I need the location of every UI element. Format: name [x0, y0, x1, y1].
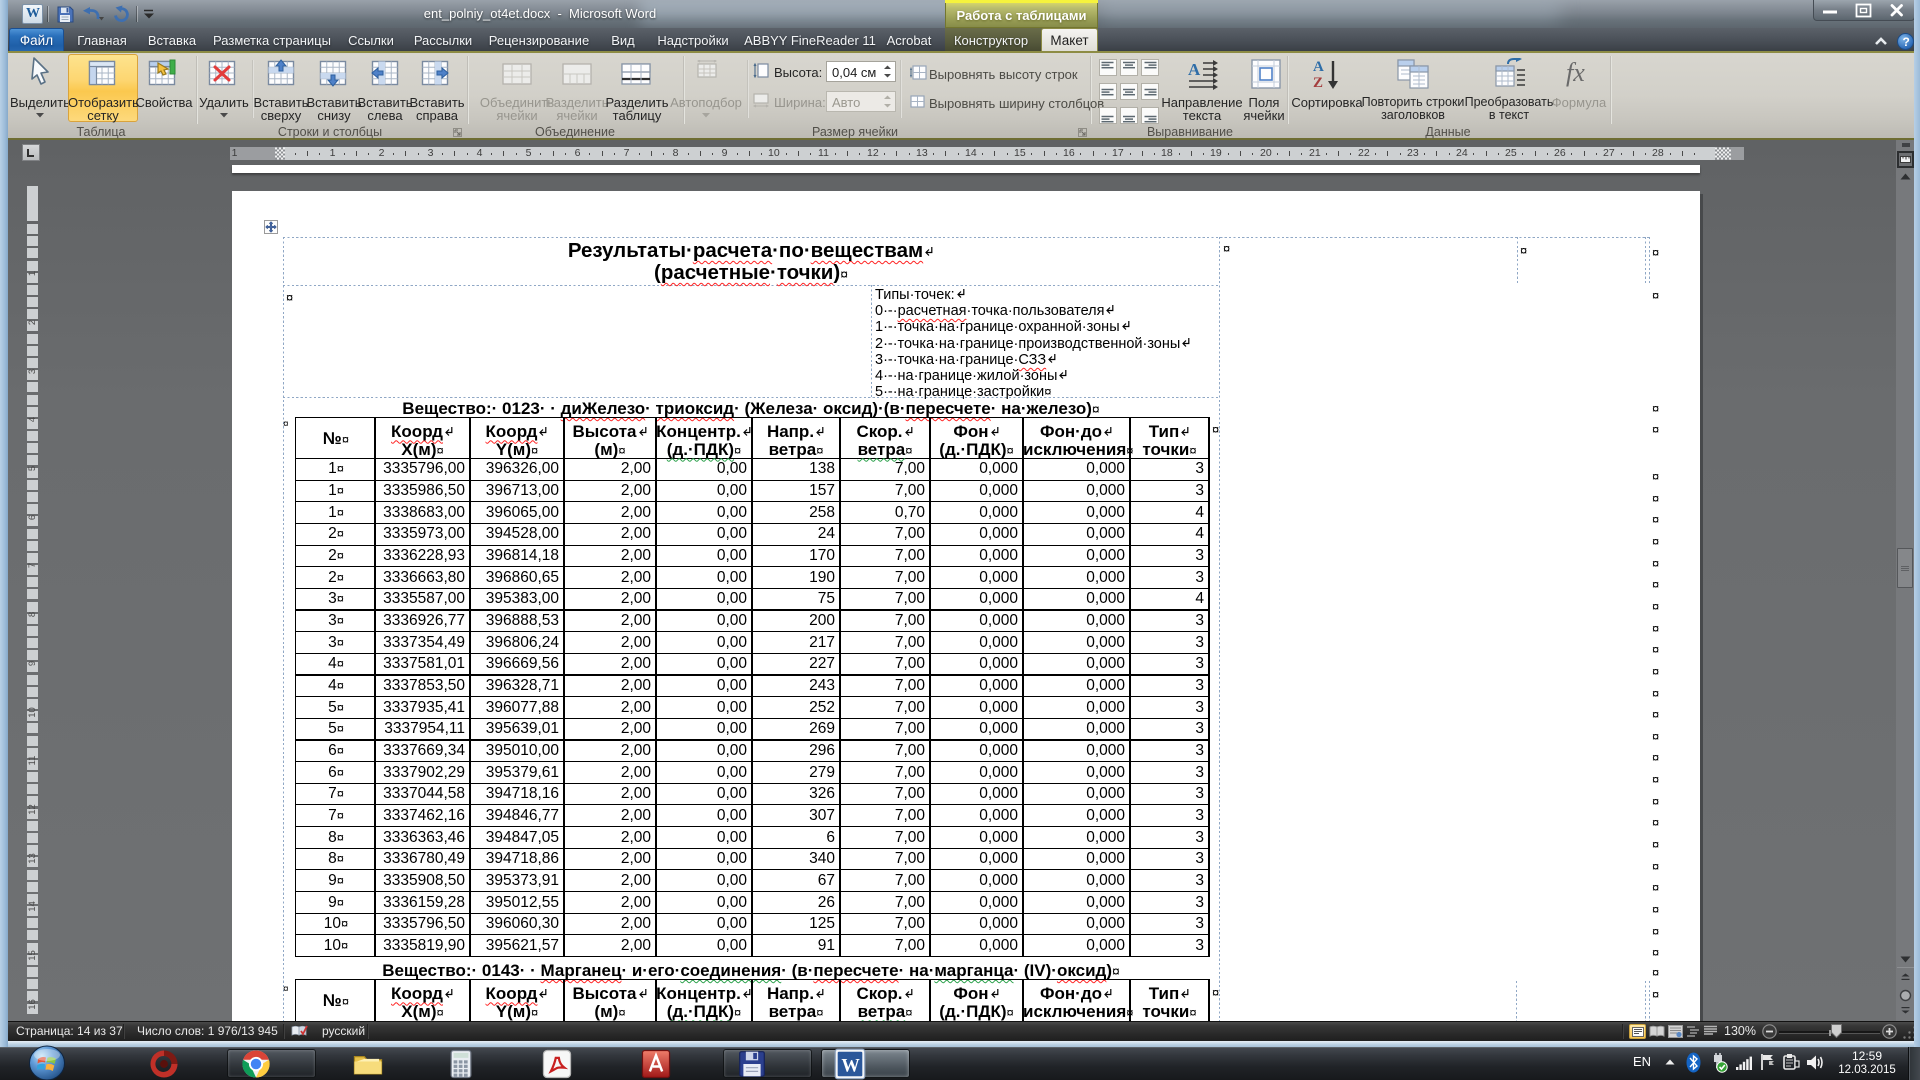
svg-text:W: W [841, 1055, 860, 1075]
svg-text:Z: Z [1313, 75, 1323, 91]
svg-text:A: A [1188, 60, 1201, 79]
svg-text:A: A [1313, 59, 1324, 75]
